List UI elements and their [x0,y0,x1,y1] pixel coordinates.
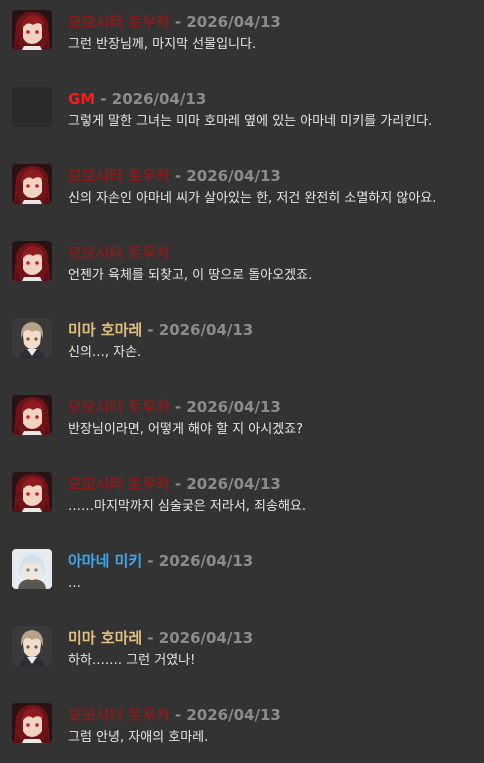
toka-avatar [12,164,52,204]
message-header: 모모시타 토우카 - 2026/04/13 [68,474,281,494]
message-header: 모모시타 토우카 - 2026/04/13 [68,166,281,186]
message-text: … [68,576,81,591]
speaker-name: 모모시타 토우카 [68,475,170,493]
message-header: 아마네 미키 - 2026/04/13 [68,551,253,571]
chat-message-9: 미마 호마레 - 2026/04/13 하하……. 그런 거였나! [0,616,484,676]
header-separator: - [174,475,187,493]
header-separator: - [174,706,187,724]
toka-avatar [12,241,52,281]
speaker-name: 미마 호마레 [68,629,143,647]
message-date: 2026/04/13 [186,13,281,31]
message-text: 하하……. 그런 거였나! [68,653,196,668]
toka-avatar [12,472,52,512]
toka-avatar [12,10,52,50]
message-text: 그렇게 말한 그녀는 미마 호마레 옆에 있는 아마네 미키를 가리킨다. [68,114,433,129]
message-text: 그럼 안녕, 자애의 호마레. [68,730,209,745]
message-header: 미마 호마레 - 2026/04/13 [68,320,253,340]
chat-message-4: 모모시타 토우카 언젠가 육체를 되찾고, 이 땅으로 돌아오겠죠. [0,231,484,291]
message-header: 모모시타 토우카 - 2026/04/13 [68,12,281,32]
speaker-name: 모모시타 토우카 [68,13,170,31]
message-header: GM - 2026/04/13 [68,89,206,109]
chat-message-1: 모모시타 토우카 - 2026/04/13 그런 반장님께, 마지막 선물입니다… [0,0,484,60]
chat-message-7: 모모시타 토우카 - 2026/04/13 ……마지막까지 심술궂은 저라서, … [0,462,484,522]
gm-avatar [12,87,52,127]
speaker-name: 모모시타 토우카 [68,398,170,416]
speaker-name: 아마네 미키 [68,552,143,570]
header-separator: - [147,321,159,339]
chat-message-10: 모모시타 토우카 - 2026/04/13 그럼 안녕, 자애의 호마레. [0,693,484,753]
message-text: 신의 자손인 아마네 씨가 살아있는 한, 저건 완전히 소멸하지 않아요. [68,191,437,206]
message-text: ……마지막까지 심술궂은 저라서, 죄송해요. [68,499,307,514]
message-text: 반장님이라면, 어떻게 해야 할 지 아시겠죠? [68,422,304,437]
header-separator: - [147,552,159,570]
toka-avatar [12,395,52,435]
message-date: 2026/04/13 [186,398,281,416]
speaker-name: 미마 호마레 [68,321,143,339]
chat-message-6: 모모시타 토우카 - 2026/04/13 반장님이라면, 어떻게 해야 할 지… [0,385,484,445]
message-date: 2026/04/13 [186,475,281,493]
homare-avatar [12,626,52,666]
message-date: 2026/04/13 [158,321,254,339]
speaker-name: 모모시타 토우카 [68,167,170,185]
message-header: 모모시타 토우카 - 2026/04/13 [68,705,281,725]
header-separator: - [174,167,187,185]
homare-avatar [12,318,52,358]
message-date: 2026/04/13 [158,629,254,647]
header-separator: - [174,398,187,416]
header-separator: - [174,13,187,31]
message-date: 2026/04/13 [186,706,281,724]
toka-avatar [12,703,52,743]
header-separator: - [147,629,159,647]
message-date: 2026/04/13 [186,167,281,185]
chat-message-3: 모모시타 토우카 - 2026/04/13 신의 자손인 아마네 씨가 살아있는… [0,154,484,214]
chat-log: 모모시타 토우카 - 2026/04/13 그런 반장님께, 마지막 선물입니다… [0,0,484,763]
message-header: 모모시타 토우카 - 2026/04/13 [68,397,281,417]
chat-message-2: GM - 2026/04/13 그렇게 말한 그녀는 미마 호마레 옆에 있는 … [0,77,484,137]
miki-avatar [12,549,52,589]
chat-message-5: 미마 호마레 - 2026/04/13 신의…, 자손. [0,308,484,368]
speaker-name: 모모시타 토우카 [68,706,170,724]
message-date: 2026/04/13 [158,552,254,570]
header-separator: - [100,90,112,108]
message-text: 언젠가 육체를 되찾고, 이 땅으로 돌아오겠죠. [68,268,313,283]
chat-message-8: 아마네 미키 - 2026/04/13 … [0,539,484,599]
speaker-name: 모모시타 토우카 [68,244,170,262]
message-header: 모모시타 토우카 [68,243,170,263]
message-date: 2026/04/13 [111,90,207,108]
message-text: 신의…, 자손. [68,345,142,360]
speaker-name: GM [68,90,96,108]
message-header: 미마 호마레 - 2026/04/13 [68,628,253,648]
message-text: 그런 반장님께, 마지막 선물입니다. [68,37,257,52]
